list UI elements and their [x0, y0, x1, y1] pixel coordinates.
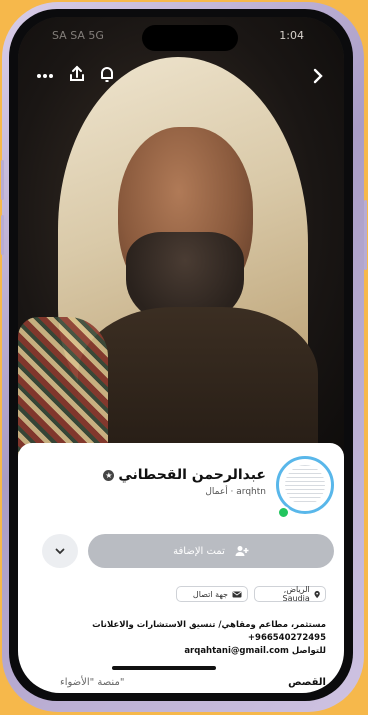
verified-star-icon: ★: [103, 469, 115, 481]
profile-name: عبدالرحمن القحطاني★: [103, 467, 266, 483]
side-button: [1, 160, 4, 200]
profile-name-text: عبدالرحمن القحطاني: [118, 467, 266, 483]
garment: [78, 307, 318, 457]
avatar-image: [285, 465, 325, 505]
home-indicator[interactable]: [112, 666, 216, 670]
dynamic-island: [142, 25, 238, 51]
bio-email[interactable]: للتواصل arqahtani@gmail.com: [36, 645, 326, 658]
shawl: [18, 317, 108, 457]
side-button: [364, 200, 367, 270]
status-bar: SA SA 5G 1:04: [18, 17, 344, 61]
share-icon[interactable]: [64, 61, 90, 87]
bio: مستثمر، مطاعم ومقاهي/ تنسيق الاستشارات و…: [36, 619, 326, 658]
online-indicator: [277, 506, 290, 519]
bell-icon[interactable]: [94, 61, 120, 87]
added-button-label: تمت الإضافة: [173, 545, 225, 557]
location-pin-icon: [314, 590, 320, 598]
expand-button[interactable]: [42, 534, 78, 568]
added-button[interactable]: تمت الإضافة: [88, 534, 334, 568]
profile-sheet: عبدالرحمن القحطاني★ arqhtn · أعمال تمت ا…: [18, 443, 344, 693]
bio-line: مستثمر، مطاعم ومقاهي/ تنسيق الاستشارات و…: [92, 620, 326, 630]
location-chip-label: الرياض, Saudia: [282, 585, 310, 603]
status-time: 1:04: [279, 29, 304, 42]
contact-chip-label: جهة اتصال: [192, 589, 228, 599]
chevron-down-icon: [55, 548, 65, 554]
profile-subline: arqhtn · أعمال: [205, 487, 266, 497]
carrier-label: SA SA 5G: [52, 29, 104, 42]
chevron-right-icon[interactable]: [306, 63, 330, 89]
tab-platform[interactable]: منصة "الأضواء": [60, 677, 124, 688]
tab-stories[interactable]: القصص: [288, 677, 326, 688]
contact-chip[interactable]: جهة اتصال: [176, 586, 248, 602]
person-add-icon: [235, 546, 249, 556]
mail-icon: [232, 591, 242, 597]
screen: SA SA 5G 1:04 عبدالرحمن القحطاني★ arqhtn…: [18, 17, 344, 693]
side-button: [1, 215, 4, 255]
location-chip[interactable]: الرياض, Saudia: [254, 585, 326, 603]
bio-phone: +966540272495: [247, 633, 326, 643]
top-toolbar: [18, 63, 344, 93]
profile-tabs: القصص منصة "الأضواء": [18, 677, 344, 693]
more-icon[interactable]: [32, 63, 58, 89]
